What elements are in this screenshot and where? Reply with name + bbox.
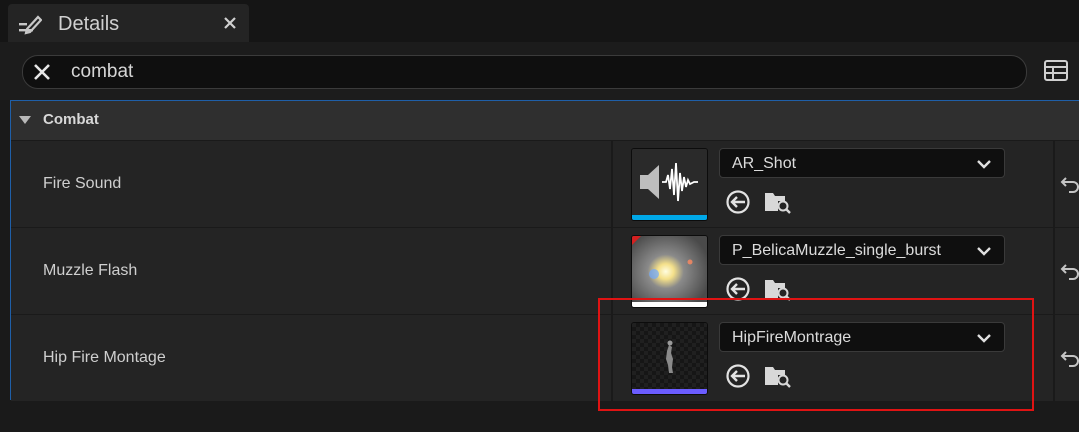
sound-wave-icon (632, 149, 707, 220)
use-selected-asset-icon[interactable] (725, 189, 751, 215)
asset-name: P_BelicaMuzzle_single_burst (732, 242, 941, 259)
anim-montage-icon (632, 323, 707, 394)
asset-name: HipFireMontrage (732, 329, 852, 346)
chevron-down-icon (977, 334, 991, 343)
column-splitter[interactable] (611, 228, 613, 314)
details-tab[interactable]: Details (8, 4, 249, 42)
reset-column-divider (1053, 141, 1055, 227)
expand-arrow-icon[interactable] (18, 115, 32, 125)
category-label: Combat (43, 111, 99, 128)
asset-name: AR_Shot (732, 155, 797, 172)
browse-to-asset-icon[interactable] (763, 187, 791, 215)
close-icon[interactable] (220, 13, 240, 33)
tab-bar: Details (0, 0, 1079, 42)
details-pencil-icon (19, 15, 42, 35)
asset-thumbnail[interactable] (631, 235, 708, 308)
reset-to-default-icon[interactable] (1060, 175, 1079, 193)
use-selected-asset-icon[interactable] (725, 276, 751, 302)
reset-column-divider (1053, 228, 1055, 314)
property-label: Muzzle Flash (43, 262, 138, 279)
search-row (0, 42, 1079, 100)
tab-title: Details (58, 13, 120, 35)
reset-to-default-icon[interactable] (1060, 262, 1079, 280)
browse-to-asset-icon[interactable] (763, 274, 791, 302)
clear-search-icon[interactable] (31, 61, 53, 83)
asset-color-strip (632, 389, 707, 394)
category-header-combat[interactable]: Combat (11, 101, 1079, 141)
asset-color-strip (632, 302, 707, 307)
asset-color-strip (632, 215, 707, 220)
column-splitter[interactable] (611, 141, 613, 227)
property-label: Hip Fire Montage (43, 349, 166, 366)
reset-column-divider (1053, 315, 1055, 401)
particle-system-icon (632, 236, 707, 307)
search-input[interactable] (71, 59, 971, 85)
chevron-down-icon (977, 160, 991, 169)
asset-combo[interactable]: HipFireMontrage (719, 322, 1005, 352)
property-row-hip-fire-montage: Hip Fire Montage HipFireMontrage (11, 315, 1079, 402)
asset-thumbnail[interactable] (631, 148, 708, 221)
asset-combo[interactable]: AR_Shot (719, 148, 1005, 178)
property-row-fire-sound: Fire Sound AR_Shot (11, 141, 1079, 228)
property-label: Fire Sound (43, 175, 122, 192)
property-matrix-icon[interactable] (1043, 58, 1069, 84)
use-selected-asset-icon[interactable] (725, 363, 751, 389)
column-splitter[interactable] (611, 315, 613, 401)
chevron-down-icon (977, 247, 991, 256)
asset-combo[interactable]: P_BelicaMuzzle_single_burst (719, 235, 1005, 265)
asset-thumbnail[interactable] (631, 322, 708, 395)
browse-to-asset-icon[interactable] (763, 361, 791, 389)
details-panel: Combat Fire Sound AR_Shot Muzzle Flash P… (10, 100, 1079, 402)
search-box[interactable] (22, 55, 1027, 89)
property-row-muzzle-flash: Muzzle Flash P_BelicaMuzzle_single_burst (11, 228, 1079, 315)
reset-to-default-icon[interactable] (1060, 349, 1079, 367)
